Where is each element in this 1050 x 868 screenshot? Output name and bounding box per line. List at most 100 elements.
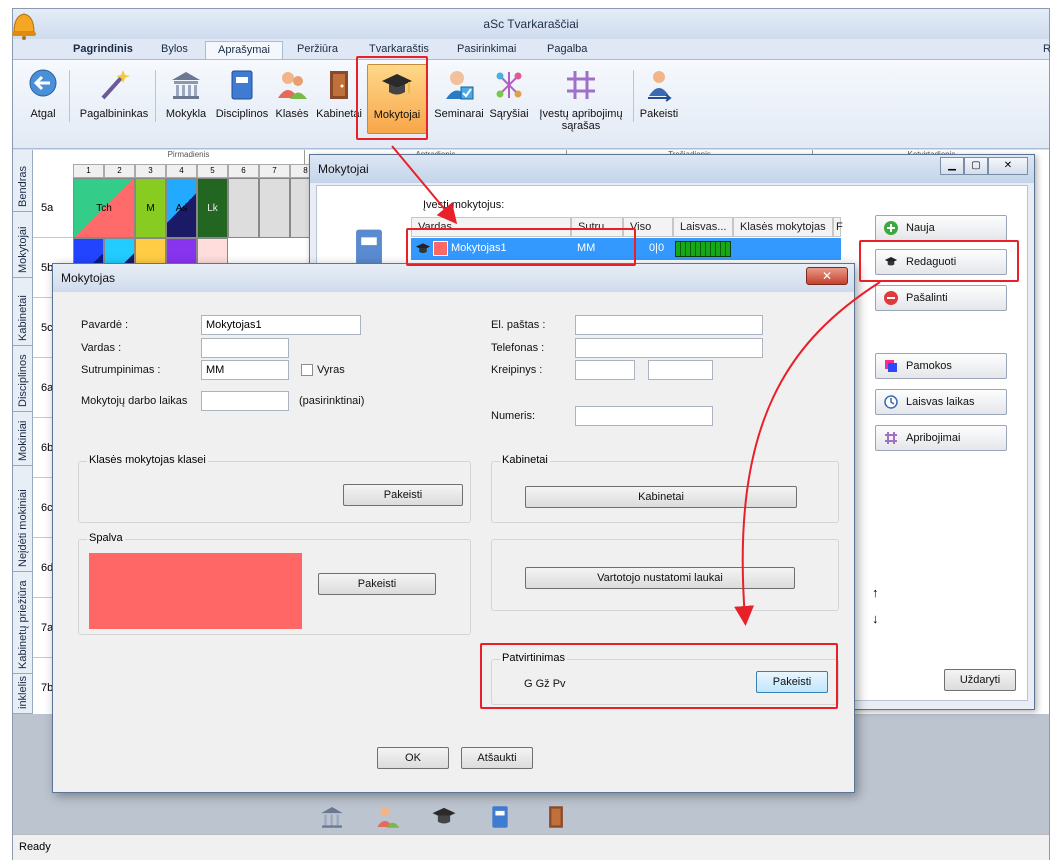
delete-teacher-button[interactable]: Pašalinti	[875, 285, 1007, 311]
back-arrow-icon	[29, 69, 57, 97]
lesson-cell[interactable]: As	[166, 178, 197, 238]
vtab-mokiniai[interactable]: Mokiniai	[13, 412, 33, 466]
magic-wand-icon	[101, 70, 130, 100]
subjects-button[interactable]: Disciplinos	[211, 68, 273, 120]
column-klases-mokytojas[interactable]: Klasės mokytojas	[733, 217, 833, 237]
vtab-neideti-mokiniai[interactable]: Neįdėti mokiniai	[13, 466, 33, 572]
lesson-cell[interactable]	[259, 178, 290, 238]
graduation-cap-icon[interactable]	[431, 804, 457, 830]
number-input[interactable]	[575, 406, 713, 426]
tab-extra[interactable]: R	[1031, 41, 1050, 59]
status-bar: Ready	[13, 834, 1049, 860]
work-time-label: Mokytojų darbo laikas	[81, 395, 188, 407]
vtab-kabinetu-prieziura[interactable]: Kabinetų priežiūra	[13, 572, 33, 674]
move-up-icon[interactable]: ↑	[872, 585, 879, 600]
teacher-row[interactable]: Mokytojas1 MM 0|0	[411, 238, 841, 260]
change-color-button[interactable]: Pakeisti	[318, 573, 436, 595]
door-icon[interactable]	[543, 804, 569, 830]
app-logo-bell-icon[interactable]	[10, 10, 38, 40]
tab-bylos[interactable]: Bylos	[149, 41, 200, 59]
move-down-icon[interactable]: ↓	[872, 611, 879, 626]
vtab-kabinetai[interactable]: Kabinetai	[13, 278, 33, 346]
vtab-disciplinos[interactable]: Disciplinos	[13, 346, 33, 412]
color-swatch[interactable]	[89, 553, 302, 629]
lesson-cell[interactable]: Lk	[197, 178, 228, 238]
cancel-button[interactable]: Atšaukti	[461, 747, 533, 769]
work-time-input[interactable]	[201, 391, 289, 411]
new-teacher-button[interactable]: Nauja	[875, 215, 1007, 241]
rooms-button[interactable]: Kabinetai	[313, 68, 365, 120]
column-sutrumpinimas[interactable]: Sutru...	[571, 217, 623, 237]
students-icon	[278, 72, 307, 99]
constraints-label: Apribojimai	[906, 432, 961, 444]
teachers-label: Mokytojai	[373, 109, 421, 121]
column-extra[interactable]: F	[833, 217, 843, 237]
edit-label: Redaguoti	[906, 256, 957, 268]
lesson-cell[interactable]: M	[135, 178, 166, 238]
column-viso[interactable]: Viso	[623, 217, 673, 237]
clock-icon	[884, 395, 898, 409]
male-checkbox[interactable]	[301, 364, 313, 376]
seminars-button[interactable]: Seminarai	[433, 68, 485, 120]
tab-pagrindinis[interactable]: Pagrindinis	[61, 41, 145, 59]
vtab-mokytojai[interactable]: Mokytojai	[13, 212, 33, 278]
seminars-label: Seminarai	[434, 108, 484, 120]
tab-pasirinkimai[interactable]: Pasirinkimai	[445, 41, 528, 59]
lesson-cell[interactable]	[228, 178, 259, 238]
class-row-label[interactable]: 5a	[33, 178, 73, 238]
ribbon-separator	[633, 70, 634, 122]
students-icon[interactable]	[375, 804, 401, 830]
column-vardas[interactable]: Vardas	[411, 217, 571, 237]
free-time-button[interactable]: Laisvas laikas	[875, 389, 1007, 415]
delete-label: Pašalinti	[906, 292, 948, 304]
book-icon[interactable]	[487, 804, 513, 830]
lesson-cell[interactable]: Tch	[73, 178, 135, 238]
short-input[interactable]	[201, 360, 289, 380]
change-class-button[interactable]: Pakeisti	[343, 484, 463, 506]
email-input[interactable]	[575, 315, 763, 335]
lessons-button[interactable]: Pamokos	[875, 353, 1007, 379]
change-button[interactable]: Pakeisti	[637, 68, 681, 120]
optional-label: (pasirinktinai)	[299, 395, 365, 407]
column-laisvas[interactable]: Laisvas...	[673, 217, 733, 237]
school-building-icon[interactable]	[319, 804, 345, 830]
close-button[interactable]: ✕	[988, 157, 1028, 175]
close-button[interactable]: ✕	[806, 267, 848, 285]
custom-fields-button[interactable]: Vartotojo nustatomi laukai	[525, 567, 795, 589]
wizard-button[interactable]: Pagalbininkas	[77, 68, 151, 120]
vertical-tabs: Bendras Mokytojai Kabinetai Disciplinos …	[13, 150, 33, 714]
address-input-1[interactable]	[575, 360, 635, 380]
surname-input[interactable]	[201, 315, 361, 335]
tab-pagalba[interactable]: Pagalba	[535, 41, 599, 59]
teachers-button[interactable]: Mokytojai	[367, 64, 427, 134]
relations-button[interactable]: Sąryšiai	[487, 68, 531, 120]
minimize-button[interactable]: ▁	[940, 157, 964, 175]
tab-perziura[interactable]: Peržiūra	[285, 41, 350, 59]
change-confirm-button[interactable]: Pakeisti	[756, 671, 828, 693]
name-input[interactable]	[201, 338, 289, 358]
tab-tvarkarastis[interactable]: Tvarkaraštis	[357, 41, 441, 59]
phone-input[interactable]	[575, 338, 763, 358]
constraints-button[interactable]: Apribojimai	[875, 425, 1007, 451]
period-number: 7	[259, 164, 290, 178]
day-header: Pirmadienis	[73, 150, 305, 164]
constraints-list-button[interactable]: Įvestų apribojimų sąrašas	[531, 68, 631, 132]
grid-hash-icon	[567, 71, 595, 99]
graduation-cap-icon	[884, 257, 898, 266]
confirm-group-title: Patvirtinimas	[500, 652, 567, 664]
edit-teacher-button[interactable]: Redaguoti	[875, 249, 1007, 275]
tab-aprasymai[interactable]: Aprašymai	[205, 41, 283, 59]
male-label: Vyras	[317, 364, 345, 376]
vtab-bendras[interactable]: Bendras	[13, 150, 33, 212]
classes-button[interactable]: Klasės	[273, 68, 311, 120]
rooms-button[interactable]: Kabinetai	[525, 486, 797, 508]
school-button[interactable]: Mokykla	[163, 68, 209, 120]
vtab-extra[interactable]: inklelis	[13, 674, 33, 714]
teacher-color-swatch	[433, 241, 448, 256]
ok-button[interactable]: OK	[377, 747, 449, 769]
close-dialog-button[interactable]: Uždaryti	[944, 669, 1016, 691]
maximize-button[interactable]: ▢	[964, 157, 988, 175]
rooms-group: Kabinetai Kabinetai	[491, 454, 839, 523]
address-input-2[interactable]	[648, 360, 713, 380]
back-button[interactable]: Atgal	[25, 68, 61, 120]
